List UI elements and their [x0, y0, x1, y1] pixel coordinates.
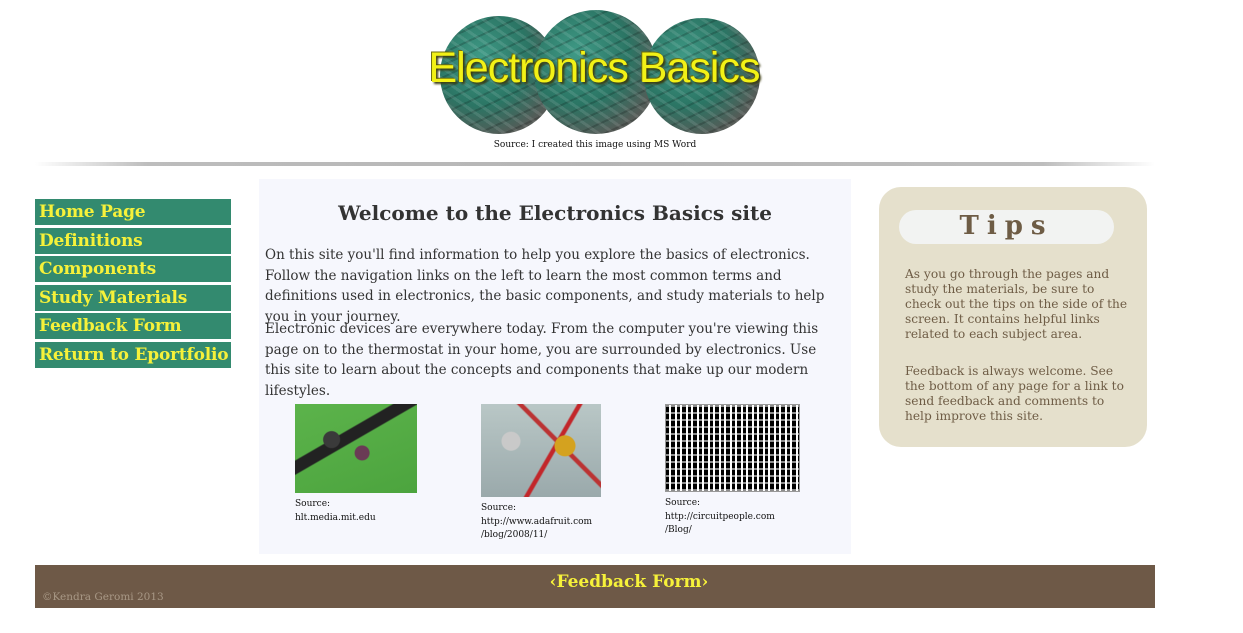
caption-line: Source:	[481, 503, 517, 513]
image-caption: Source: http://circuitpeople.com /Blog/	[665, 497, 800, 538]
sidebar-nav: Home Page Definitions Components Study M…	[35, 199, 231, 370]
caption-line: hlt.media.mit.edu	[295, 512, 376, 523]
logo-caption: Source: I created this image using MS Wo…	[493, 140, 697, 150]
image-caption: Source: http://www.adafruit.com /blog/20…	[481, 502, 601, 543]
electronic-components-photo	[295, 404, 417, 493]
page-title: Welcome to the Electronics Basics site	[338, 201, 772, 225]
image-figure: Source: http://www.adafruit.com /blog/20…	[481, 404, 601, 543]
intro-paragraph: On this site you'll find information to …	[265, 247, 825, 325]
header-divider	[35, 162, 1155, 166]
caption-line: Source:	[665, 498, 701, 508]
circuit-board-layout-image	[665, 404, 800, 492]
image-figure: Source: http://circuitpeople.com /Blog/	[665, 404, 800, 538]
site-logo: Electronics Basics	[408, 10, 780, 136]
caption-line: http://circuitpeople.com	[665, 511, 775, 522]
image-caption: Source: hlt.media.mit.edu	[295, 498, 417, 525]
intro-paragraph: Electronic devices are everywhere today.…	[265, 321, 819, 399]
tips-panel: Tips As you go through the pages and stu…	[879, 187, 1147, 447]
logo-title: Electronics Basics	[428, 44, 761, 92]
tips-paragraph: Feedback is always welcome. See the bott…	[905, 364, 1124, 423]
caption-line: Source:	[295, 499, 331, 509]
caption-line: /Blog/	[665, 525, 692, 535]
nav-link-definitions[interactable]: Definitions	[35, 227, 231, 255]
image-figure: Source: hlt.media.mit.edu	[295, 404, 417, 525]
tips-heading: Tips	[899, 210, 1114, 244]
nav-link-home-page[interactable]: Home Page	[35, 199, 231, 226]
nav-link-return-to-eportfolio[interactable]: Return to Eportfolio	[35, 341, 231, 369]
nav-link-feedback-form[interactable]: Feedback Form	[35, 313, 231, 340]
nav-link-study-materials[interactable]: Study Materials	[35, 284, 231, 312]
caption-line: http://www.adafruit.com	[481, 516, 593, 527]
electronics-tools-photo	[481, 404, 601, 497]
main-content: Welcome to the Electronics Basics site O…	[259, 179, 851, 554]
tips-paragraph: As you go through the pages and study th…	[905, 267, 1128, 341]
caption-line: /blog/2008/11/	[481, 530, 548, 540]
copyright-text: ©Kendra Geromi 2013	[42, 591, 164, 603]
nav-link-components[interactable]: Components	[35, 256, 231, 283]
footer: ©Kendra Geromi 2013 ‹Feedback Form›	[35, 565, 1155, 608]
header: Electronics Basics Source: I created thi…	[0, 0, 1243, 166]
footer-feedback-link[interactable]: ‹Feedback Form›	[35, 572, 1223, 592]
